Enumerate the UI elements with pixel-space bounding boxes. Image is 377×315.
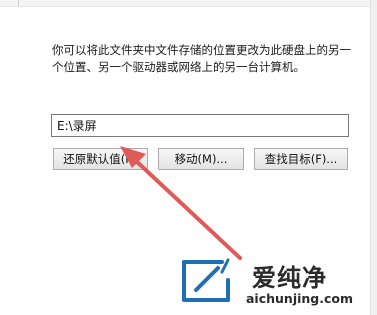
scrollbar[interactable] [370,0,377,315]
location-path-input[interactable] [51,114,349,137]
location-description: 你可以将此文件夹中文件存储的位置更改为此硬盘上的另一个位置、另一个驱动器或网络上… [52,43,351,74]
move-button[interactable]: 移动(M)... [158,148,244,170]
watermark-url: aichunjing.com [246,291,354,306]
find-target-button[interactable]: 查找目标(F)... [254,148,348,170]
tab-panel-top-edge [0,0,377,7]
divider [18,0,19,6]
dialog-location-tab: 你可以将此文件夹中文件存储的位置更改为此硬盘上的另一个位置、另一个驱动器或网络上… [0,0,377,315]
watermark-logo-icon [182,258,230,302]
restore-default-button[interactable]: 还原默认值(R) [53,148,148,170]
watermark-title: 爱纯净 [252,264,327,292]
